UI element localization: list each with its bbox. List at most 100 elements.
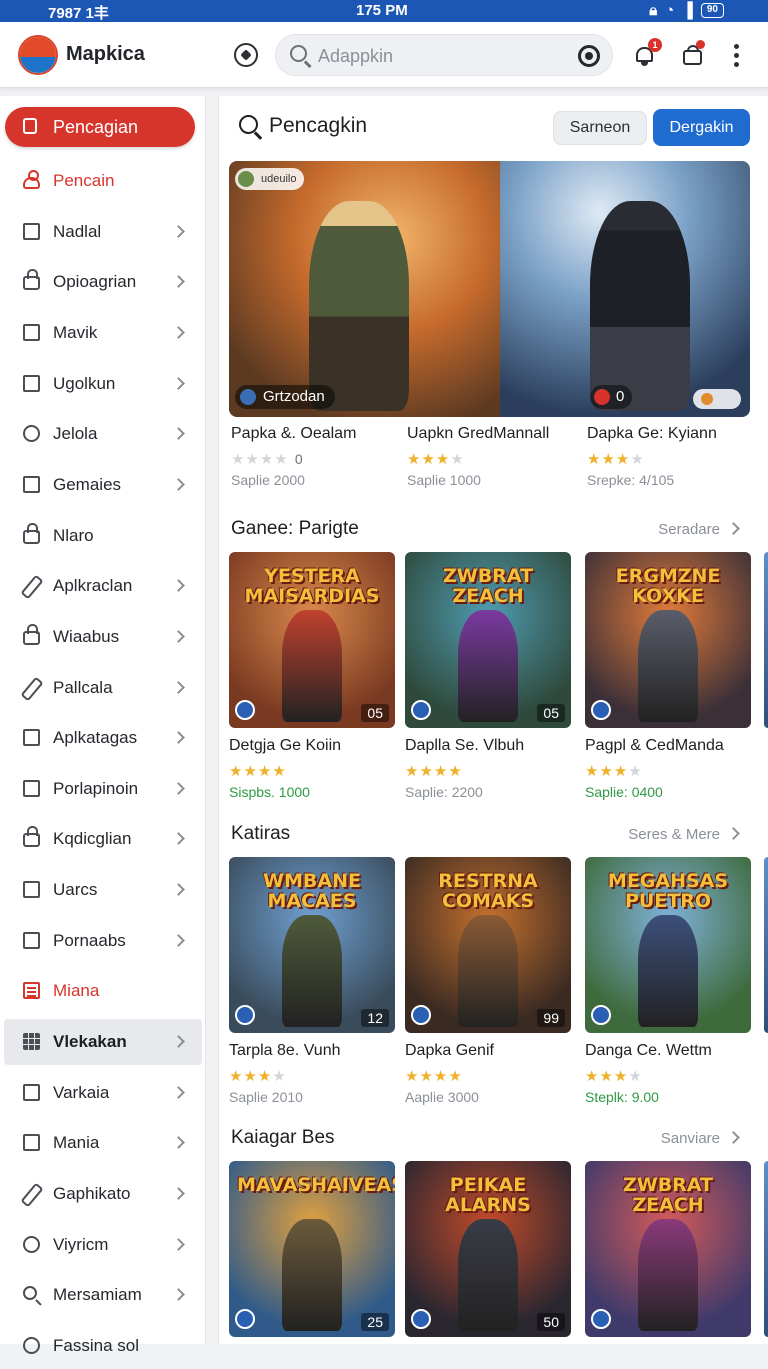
cover-title: RESTRNA COMAKS <box>438 870 538 912</box>
sidebar-item-label: Nlaro <box>53 526 94 545</box>
hero-caption[interactable]: Dapka Ge: Kyiann ★★★★ Srepke: 4/105 <box>587 425 757 488</box>
game-title: Uapkn GredMannall <box>407 425 550 442</box>
sidebar-item[interactable]: Jelola <box>0 411 206 457</box>
star-rating: ★★★★ <box>407 450 577 468</box>
star-rating: ★★★★ <box>405 1067 571 1085</box>
hero-chip[interactable]: udeuilo <box>235 168 305 190</box>
star-rating: ★★★★ <box>587 450 757 468</box>
smile-icon <box>23 1236 40 1253</box>
hero-tag-right: 0 <box>590 385 633 409</box>
game-cover-image: PEIKAE ALARNS 50 <box>405 1161 571 1337</box>
notification-button[interactable]: 1 <box>634 38 662 66</box>
game-card[interactable]: ZWBRAT ZEACH 05 Daplla Se. Vlbuh ★★★★ Saplie… <box>405 552 571 800</box>
game-title: Dapka Ge: Kyiann <box>587 425 717 442</box>
star-icon: ★ <box>599 1068 614 1085</box>
search-input[interactable] <box>318 43 568 69</box>
sidebar-item[interactable]: Mavik <box>0 310 206 356</box>
compass-icon[interactable] <box>234 43 258 67</box>
sidebar-item[interactable]: Ugolkun <box>0 361 206 407</box>
see-more-link[interactable]: Sanviare <box>661 1130 738 1147</box>
star-icon: ★ <box>421 451 436 468</box>
star-icon: ★ <box>433 763 449 780</box>
sidebar-item[interactable]: Fassina sol <box>0 1323 206 1369</box>
square-icon <box>23 729 40 746</box>
next-card-peek[interactable] <box>764 552 768 728</box>
game-card[interactable]: MAVASHAIVEAS 25 <box>229 1161 395 1337</box>
game-meta: Srepke: 4/105 <box>587 472 675 488</box>
sidebar-primary-button[interactable]: Pencagian <box>5 107 195 147</box>
next-card-peek[interactable] <box>764 1161 768 1337</box>
camera-icon[interactable] <box>578 45 600 67</box>
cover-title: WMBANE MACAES <box>263 870 361 912</box>
game-card[interactable]: ERGMZNE KOXKE Pagpl & CedManda ★★★★ Saplie:… <box>585 552 751 800</box>
see-more-link[interactable]: Seradare <box>658 521 738 538</box>
lock-icon <box>23 624 40 645</box>
sidebar-item[interactable]: Mersamiam <box>0 1272 206 1318</box>
game-meta: Sispbs. 1000 <box>229 784 310 800</box>
hero-caption[interactable]: Papka &. Oealam ★★★★ 0 Saplie 2000 <box>231 425 401 488</box>
publisher-icon <box>411 1005 431 1025</box>
sidebar-item[interactable]: Uarcs <box>0 867 206 913</box>
game-card[interactable]: ZWBRAT ZEACH <box>585 1161 751 1337</box>
sidebar-item[interactable]: Pallcala <box>0 665 206 711</box>
game-meta: Saplie: 0400 <box>585 784 663 800</box>
sidebar-item[interactable]: Varkaia <box>0 1070 206 1116</box>
hero-banner[interactable]: udeuilo Grtzodan 0 <box>229 161 750 417</box>
sidebar-item[interactable]: Aplkraclan <box>0 563 206 609</box>
star-icon: ★ <box>407 451 422 468</box>
square-icon <box>23 324 40 341</box>
game-card[interactable]: MEGAHSAS PUETRO Danga Ce. Wettm ★★★★ Steplk… <box>585 857 751 1105</box>
game-title: Pagpl & CedManda <box>585 737 724 754</box>
sidebar-primary-label: Pencagian <box>53 117 139 137</box>
next-card-peek[interactable] <box>764 857 768 1033</box>
hero-pill-icon[interactable] <box>693 389 741 409</box>
rating-count: 0 <box>294 451 303 467</box>
sidebar-item[interactable]: Viyricm <box>0 1222 206 1268</box>
sidebar-item[interactable]: Aplkatagas <box>0 715 206 761</box>
game-meta: Saplie 2010 <box>229 1089 303 1105</box>
app-title: Mapkica <box>66 43 145 65</box>
sidebar-item[interactable]: Wiaabus <box>0 614 206 660</box>
game-cover-image: WMBANE MACAES 12 <box>229 857 395 1033</box>
sidebar-item[interactable]: Opioagrian <box>0 259 206 305</box>
cover-title: ZWBRAT ZEACH <box>622 1174 714 1216</box>
sidebar-item[interactable]: Gemaies <box>0 462 206 508</box>
sidebar-item[interactable]: Porlapinoin <box>0 766 206 812</box>
sidebar-item[interactable]: Pencain <box>0 158 206 204</box>
star-icon: ★ <box>435 451 451 468</box>
game-meta: Steplk: 9.00 <box>585 1089 659 1105</box>
game-card[interactable]: YESTERA MAISARDIAS 05 Detgja Ge Koiin ★★★★ S… <box>229 552 395 800</box>
sidebar-item[interactable]: Nadlal <box>0 209 206 255</box>
star-icon: ★ <box>229 1068 244 1085</box>
game-card[interactable]: WMBANE MACAES 12 Tarpla 8e. Vunh ★★★★ Saplie… <box>229 857 395 1105</box>
search-bar[interactable] <box>275 34 613 76</box>
gift-badge-dot <box>696 40 705 49</box>
publisher-icon <box>591 700 611 720</box>
chevron-right-icon <box>172 427 185 440</box>
game-meta: Aaplie 3000 <box>405 1089 479 1105</box>
status-bar: 7987 1丰 175 PM 🔒︎ ◔ ▐ 90 <box>0 0 768 22</box>
hero-caption[interactable]: Uapkn GredMannall ★★★★ Saplie 1000 <box>407 425 577 488</box>
star-icon: ★ <box>419 763 434 780</box>
sidebar-item[interactable]: Vlekakan <box>4 1019 202 1065</box>
secondary-button[interactable]: Sarneon <box>553 111 647 145</box>
app-logo-icon[interactable] <box>18 35 58 75</box>
game-card[interactable]: PEIKAE ALARNS 50 <box>405 1161 571 1337</box>
game-card[interactable]: RESTRNA COMAKS 99 Dapka Genif ★★★★ Aaplie 30… <box>405 857 571 1105</box>
sidebar-item[interactable]: Pornaabs <box>0 918 206 964</box>
see-more-link[interactable]: Seres & Mere <box>628 826 738 843</box>
search-icon <box>239 115 258 134</box>
sidebar-item[interactable]: Miana <box>0 968 206 1014</box>
sidebar-item[interactable]: Kqdicglian <box>0 816 206 862</box>
sidebar-item-label: Ugolkun <box>53 374 116 393</box>
sidebar-item[interactable]: Gaphikato <box>0 1171 206 1217</box>
star-icon: ★ <box>585 763 600 780</box>
sidebar-item-label: Gaphikato <box>53 1184 131 1203</box>
star-icon: ★ <box>259 451 275 468</box>
more-options-icon[interactable] <box>732 44 742 68</box>
sidebar-item[interactable]: Nlaro <box>0 513 206 559</box>
publisher-icon <box>235 1309 255 1329</box>
sidebar-item[interactable]: Mania <box>0 1120 206 1166</box>
gift-button[interactable] <box>682 40 705 66</box>
primary-button[interactable]: Dergakin <box>653 109 750 146</box>
